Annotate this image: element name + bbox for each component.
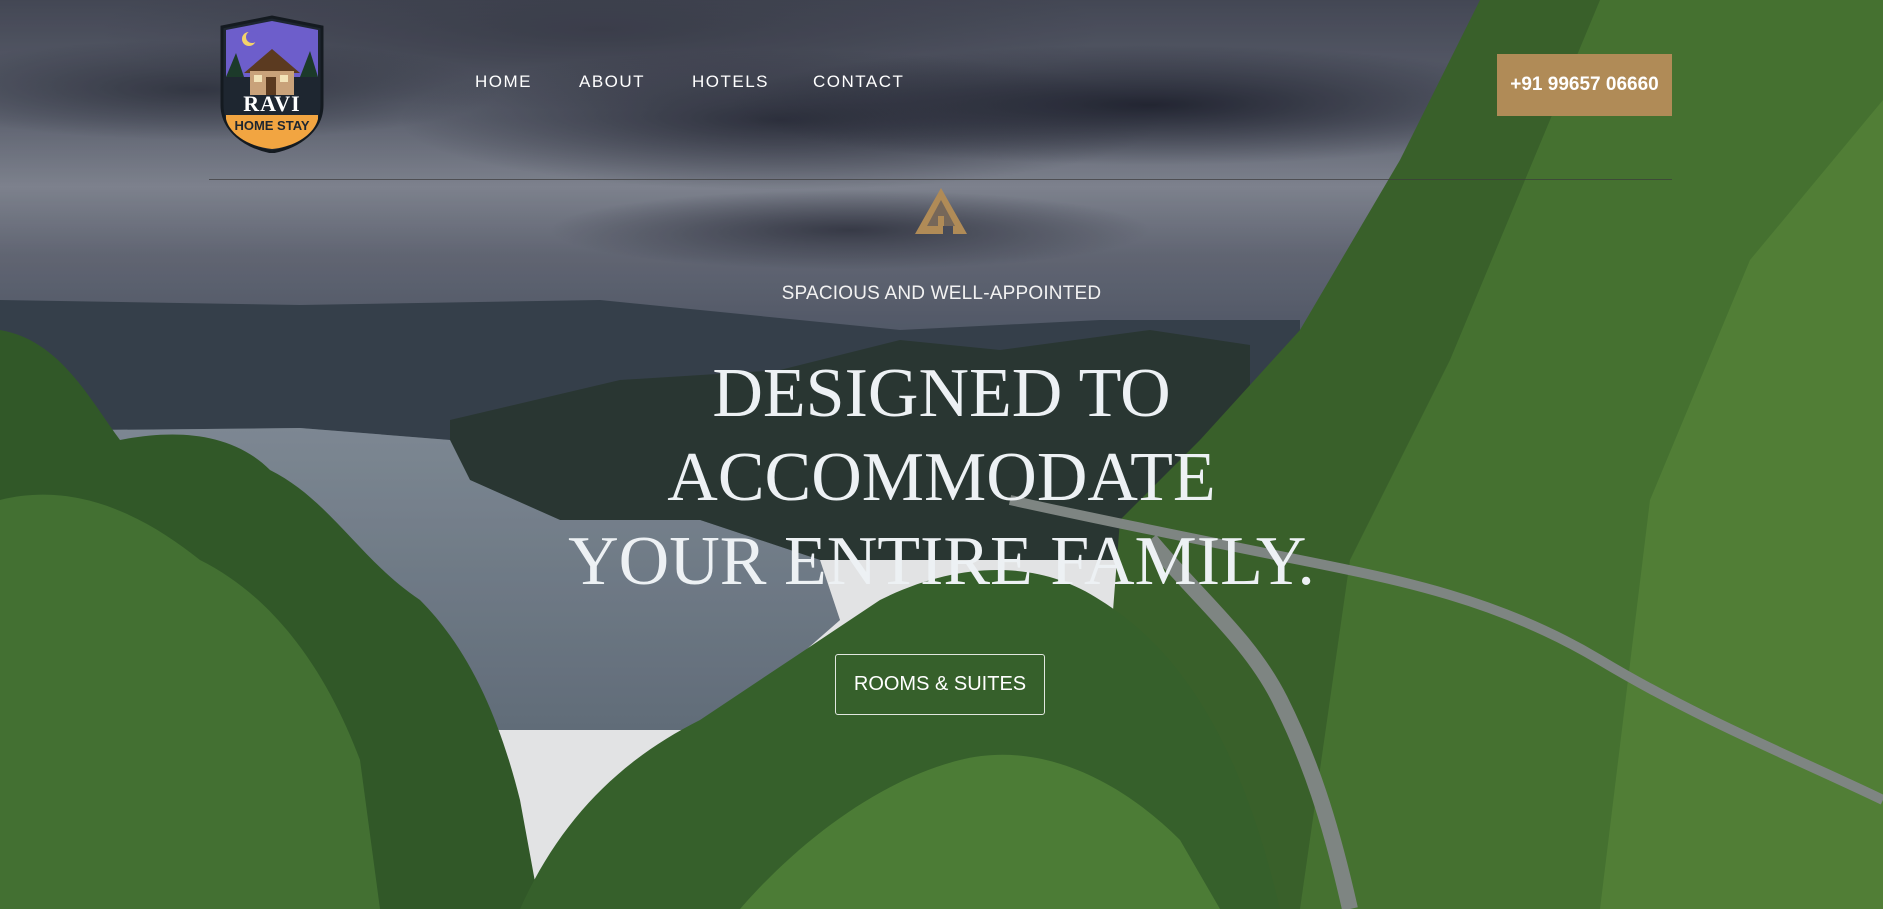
logo-text-homestay: HOME STAY: [234, 118, 310, 133]
headline-line-2: ACCOMMODATE: [667, 439, 1216, 516]
brand-logo[interactable]: RAVI HOME STAY: [214, 15, 330, 154]
nav-link-contact[interactable]: CONTACT: [813, 72, 904, 92]
header-divider: [209, 179, 1672, 180]
home-icon: [915, 188, 967, 234]
nav-link-about[interactable]: ABOUT: [579, 72, 645, 92]
headline-line-1: DESIGNED TO: [712, 355, 1171, 432]
rooms-suites-button[interactable]: ROOMS & SUITES: [835, 654, 1045, 715]
phone-button[interactable]: +91 99657 06660: [1497, 54, 1672, 116]
logo-text-ravi: RAVI: [243, 91, 301, 116]
nav-link-hotels[interactable]: HOTELS: [692, 72, 769, 92]
headline-line-3: YOUR ENTIRE FAMILY.: [568, 523, 1315, 600]
hero-subtitle: SPACIOUS AND WELL-APPOINTED: [781, 283, 1102, 304]
hero-headline: DESIGNED TO ACCOMMODATE YOUR ENTIRE FAMI…: [0, 352, 1883, 604]
nav-link-home[interactable]: HOME: [475, 72, 532, 92]
